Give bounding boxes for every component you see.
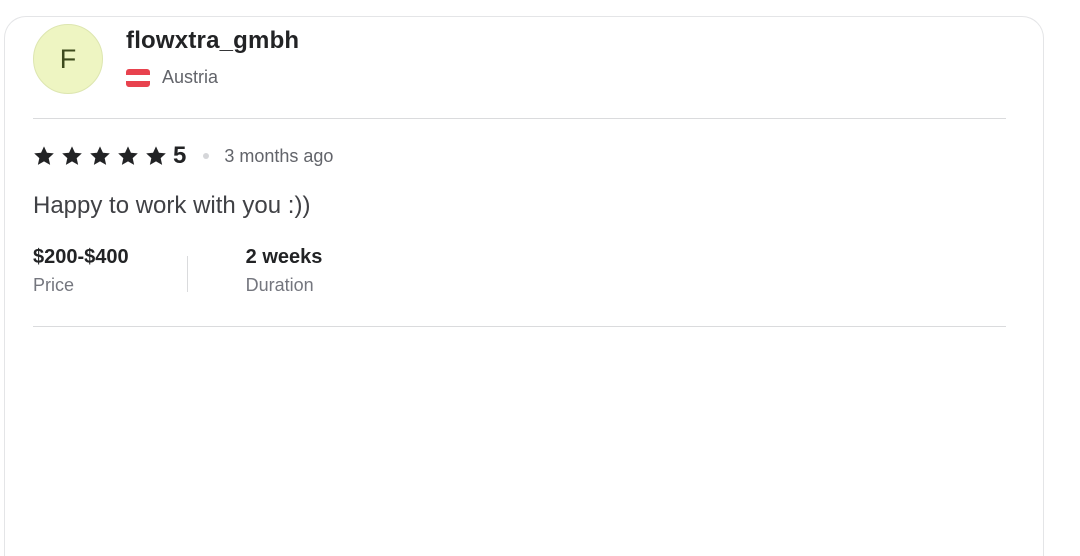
- review-text: Happy to work with you :)): [33, 192, 311, 219]
- duration-value: 2 weeks: [245, 246, 323, 268]
- reviewer-identity: flowxtra_gmbh Austria: [126, 27, 299, 88]
- star-icon: [61, 145, 83, 167]
- star-icon: [33, 145, 55, 167]
- rating-row: 5 3 months ago: [33, 142, 333, 170]
- avatar-initial: F: [59, 43, 77, 74]
- reviewer-username[interactable]: flowxtra_gmbh: [126, 27, 299, 55]
- footer-divider: [33, 326, 1006, 327]
- header-divider: [33, 118, 1006, 119]
- star-rating: [33, 145, 173, 167]
- stat-divider: [186, 256, 188, 292]
- price-value: $200-$400: [33, 246, 129, 268]
- review-stats: $200-$400 Price 2 weeks Duration: [33, 246, 322, 296]
- price-label: Price: [33, 275, 75, 295]
- star-icon: [89, 145, 111, 167]
- separator-dot: [203, 153, 210, 159]
- duration-label: Duration: [245, 275, 314, 295]
- avatar[interactable]: F: [33, 24, 103, 94]
- star-icon: [145, 145, 167, 167]
- duration-stat: 2 weeks Duration: [246, 246, 323, 296]
- reviewer-country-row: Austria: [126, 67, 299, 88]
- rating-value: 5: [173, 142, 187, 169]
- review-time-ago: 3 months ago: [224, 145, 334, 166]
- austria-flag-icon: [126, 68, 150, 87]
- price-stat: $200-$400 Price: [33, 246, 129, 296]
- star-icon: [117, 145, 139, 167]
- reviewer-header: F flowxtra_gmbh Austria: [33, 24, 299, 94]
- reviewer-country: Austria: [162, 67, 219, 87]
